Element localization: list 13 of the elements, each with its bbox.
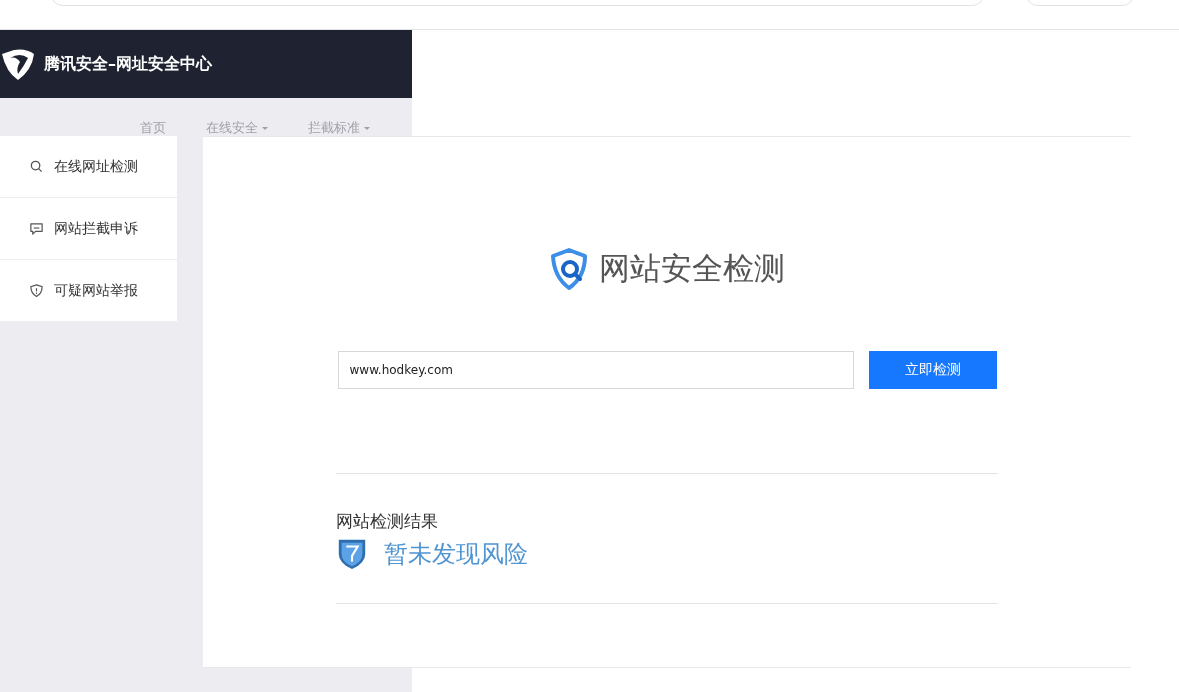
chat-icon	[29, 221, 44, 236]
shield-search-icon	[549, 247, 589, 291]
check-button[interactable]: 立即检测	[868, 351, 997, 389]
result-status: 暂未发现风险	[384, 539, 528, 570]
shield-icon	[29, 283, 44, 298]
result-heading: 网站检测结果	[336, 510, 439, 533]
search-icon	[29, 159, 44, 174]
sidebar-item[interactable]: 在线网址检测	[0, 136, 177, 198]
page-heading: 网站安全检测	[599, 249, 785, 288]
sidebar-item[interactable]: 网站拦截申诉	[0, 198, 177, 260]
url-input-field[interactable]: www.hodkey.com	[337, 351, 854, 389]
site-title: 腾讯安全–网址安全中心	[44, 53, 212, 75]
sidebar-item[interactable]: 可疑网站举报	[0, 260, 177, 322]
